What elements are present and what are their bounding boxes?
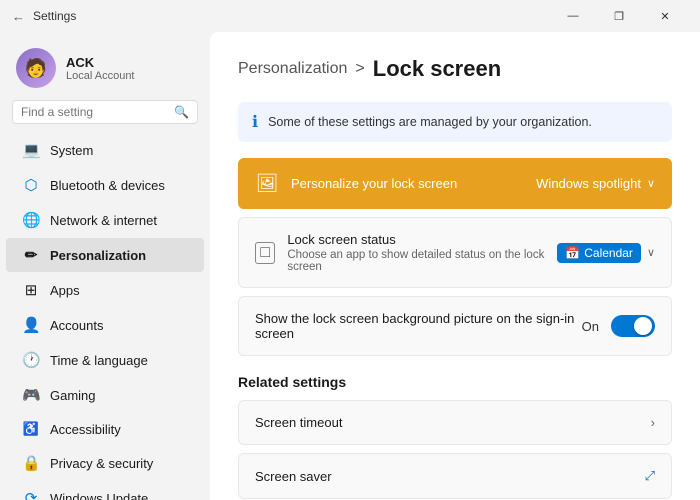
- back-icon[interactable]: ←: [12, 9, 25, 24]
- sidebar-item-privacy[interactable]: 🔒 Privacy & security: [6, 446, 204, 480]
- search-icon: 🔍: [174, 105, 189, 119]
- title-bar-controls: — ❐ ✕: [550, 0, 688, 32]
- setting-right: On: [582, 315, 655, 337]
- sidebar-item-bluetooth[interactable]: ⬡ Bluetooth & devices: [6, 168, 204, 202]
- info-banner: ℹ Some of these settings are managed by …: [238, 102, 672, 142]
- app-body: 🧑 ACK Local Account 🔍 💻 System ⬡ Bluetoo…: [0, 32, 700, 500]
- sidebar-item-accessibility[interactable]: ♿ Accessibility: [6, 413, 204, 445]
- screen-saver-title: Screen saver: [255, 469, 332, 484]
- accounts-icon: 👤: [22, 316, 40, 334]
- update-icon: ⟳: [22, 489, 40, 500]
- sidebar-item-label: Accounts: [50, 318, 103, 333]
- time-icon: 🕐: [22, 351, 40, 369]
- sidebar: 🧑 ACK Local Account 🔍 💻 System ⬡ Bluetoo…: [0, 32, 210, 500]
- sidebar-item-personalization[interactable]: ✏ Personalization: [6, 238, 204, 272]
- sidebar-item-label: System: [50, 143, 93, 158]
- screen-saver-row: Screen saver ⤢: [239, 454, 671, 498]
- sidebar-item-label: Privacy & security: [50, 456, 153, 471]
- sidebar-item-label: Bluetooth & devices: [50, 178, 165, 193]
- personalize-lock-screen-card[interactable]: 🖼 Personalize your lock screen Windows s…: [238, 158, 672, 209]
- lock-screen-bg-icon: 🖼: [255, 173, 279, 194]
- search-input[interactable]: [21, 105, 168, 119]
- title-bar-left: ← Settings: [12, 9, 76, 24]
- status-icon: □: [255, 242, 275, 264]
- setting-left: Show the lock screen background picture …: [255, 311, 582, 341]
- screen-timeout-row: Screen timeout ›: [239, 401, 671, 444]
- sidebar-item-label: Windows Update: [50, 491, 148, 500]
- user-section: 🧑 ACK Local Account: [0, 40, 210, 100]
- breadcrumb-arrow: >: [355, 60, 364, 78]
- minimize-button[interactable]: —: [550, 0, 596, 32]
- related-settings-title: Related settings: [238, 374, 672, 390]
- windows-spotlight-label: Windows spotlight: [536, 176, 641, 191]
- setting-left: □ Lock screen status Choose an app to sh…: [255, 232, 557, 273]
- sidebar-item-network[interactable]: 🌐 Network & internet: [6, 203, 204, 237]
- calendar-icon: 📅: [565, 246, 580, 260]
- setting-text: Lock screen status Choose an app to show…: [287, 232, 557, 273]
- bluetooth-icon: ⬡: [22, 176, 40, 194]
- setting-title: Lock screen status: [287, 232, 557, 247]
- show-background-card[interactable]: Show the lock screen background picture …: [238, 296, 672, 356]
- setting-right: Windows spotlight ∨: [536, 176, 655, 191]
- info-banner-text: Some of these settings are managed by yo…: [268, 115, 592, 129]
- external-link-icon: ⤢: [645, 468, 655, 484]
- setting-text: Show the lock screen background picture …: [255, 311, 582, 341]
- dropdown-arrow-icon: ∨: [647, 177, 655, 190]
- toggle-knob: [634, 317, 652, 335]
- sidebar-item-update[interactable]: ⟳ Windows Update: [6, 481, 204, 500]
- screen-saver-card[interactable]: Screen saver ⤢: [238, 453, 672, 499]
- toggle-label: On: [582, 319, 599, 334]
- sidebar-nav: 💻 System ⬡ Bluetooth & devices 🌐 Network…: [0, 132, 210, 500]
- breadcrumb: Personalization > Lock screen: [238, 56, 672, 82]
- search-box[interactable]: 🔍: [12, 100, 198, 124]
- info-icon: ℹ: [252, 112, 258, 132]
- sidebar-item-gaming[interactable]: 🎮 Gaming: [6, 378, 204, 412]
- breadcrumb-parent: Personalization: [238, 60, 347, 78]
- setting-desc: Choose an app to show detailed status on…: [287, 249, 557, 273]
- screen-timeout-title: Screen timeout: [255, 415, 342, 430]
- system-icon: 💻: [22, 141, 40, 159]
- sidebar-item-label: Gaming: [50, 388, 96, 403]
- toggle-switch[interactable]: [611, 315, 655, 337]
- personalize-lock-screen-row: 🖼 Personalize your lock screen Windows s…: [239, 159, 671, 208]
- content-area: Personalization > Lock screen ℹ Some of …: [210, 32, 700, 500]
- personalization-icon: ✏: [22, 246, 40, 264]
- setting-text: Personalize your lock screen: [291, 176, 457, 191]
- sidebar-item-system[interactable]: 💻 System: [6, 133, 204, 167]
- avatar: 🧑: [16, 48, 56, 88]
- setting-right[interactable]: 📅 Calendar ∨: [557, 243, 655, 263]
- breadcrumb-current: Lock screen: [373, 56, 501, 82]
- setting-left: 🖼 Personalize your lock screen: [255, 173, 457, 194]
- sidebar-item-label: Time & language: [50, 353, 148, 368]
- setting-title: Show the lock screen background picture …: [255, 311, 582, 341]
- calendar-badge: 📅 Calendar: [557, 243, 641, 263]
- privacy-icon: 🔒: [22, 454, 40, 472]
- sidebar-item-accounts[interactable]: 👤 Accounts: [6, 308, 204, 342]
- dropdown-arrow-icon: ∨: [647, 246, 655, 259]
- accessibility-icon: ♿: [22, 421, 40, 437]
- calendar-label: Calendar: [584, 246, 633, 260]
- sidebar-item-label: Network & internet: [50, 213, 157, 228]
- apps-icon: ⊞: [22, 281, 40, 299]
- user-info: ACK Local Account: [66, 55, 135, 82]
- maximize-button[interactable]: ❐: [596, 0, 642, 32]
- setting-title: Personalize your lock screen: [291, 176, 457, 191]
- sidebar-item-label: Personalization: [50, 248, 146, 263]
- user-name: ACK: [66, 55, 135, 70]
- close-button[interactable]: ✕: [642, 0, 688, 32]
- gaming-icon: 🎮: [22, 386, 40, 404]
- network-icon: 🌐: [22, 211, 40, 229]
- chevron-right-icon: ›: [651, 415, 655, 430]
- sidebar-item-time[interactable]: 🕐 Time & language: [6, 343, 204, 377]
- lock-screen-status-row: □ Lock screen status Choose an app to sh…: [239, 218, 671, 287]
- screen-timeout-card[interactable]: Screen timeout ›: [238, 400, 672, 445]
- user-type: Local Account: [66, 70, 135, 82]
- sidebar-item-label: Apps: [50, 283, 80, 298]
- sidebar-item-label: Accessibility: [50, 422, 121, 437]
- lock-screen-status-card[interactable]: □ Lock screen status Choose an app to sh…: [238, 217, 672, 288]
- sidebar-item-apps[interactable]: ⊞ Apps: [6, 273, 204, 307]
- title-bar: ← Settings — ❐ ✕: [0, 0, 700, 32]
- title-bar-title: Settings: [33, 9, 76, 23]
- show-background-row: Show the lock screen background picture …: [239, 297, 671, 355]
